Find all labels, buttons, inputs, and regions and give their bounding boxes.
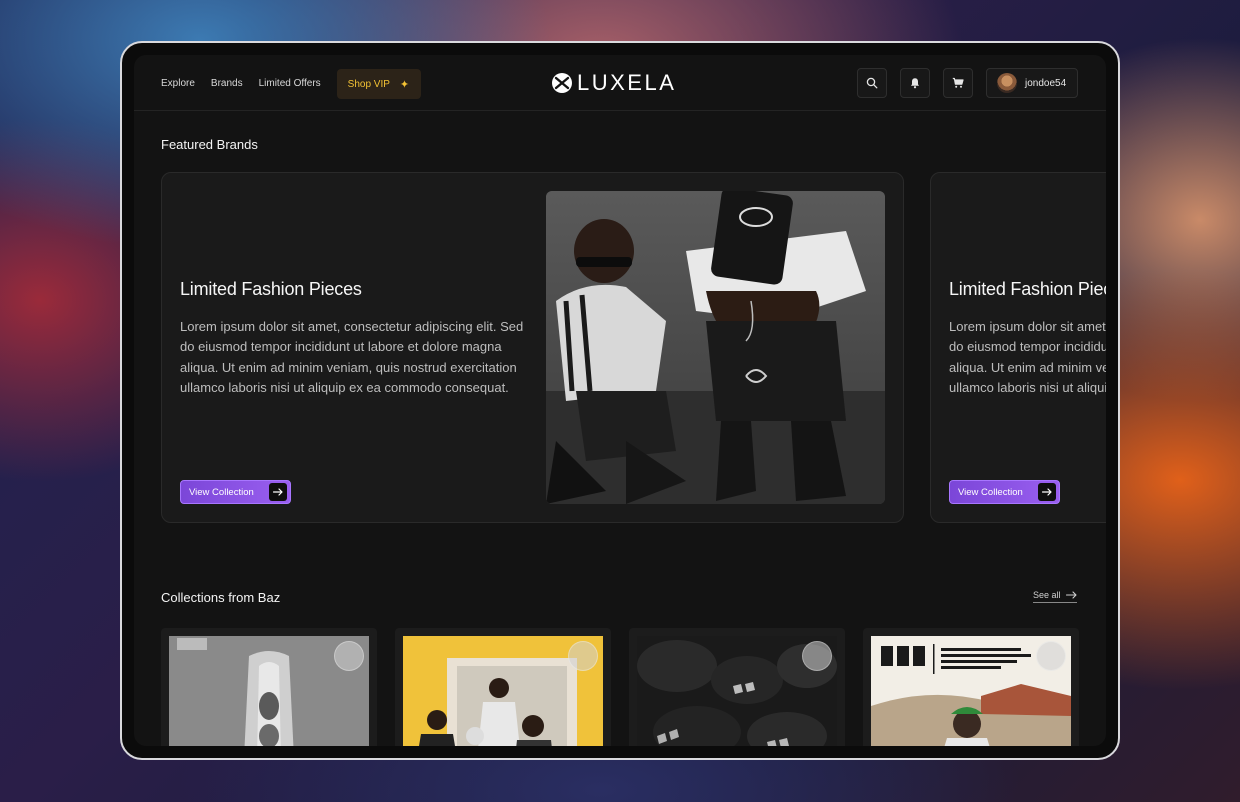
search-button[interactable] — [857, 68, 887, 98]
favorite-button[interactable] — [802, 641, 832, 671]
featured-brands-title: Featured Brands — [161, 137, 258, 152]
shop-vip-label: Shop VIP — [347, 78, 390, 90]
favorite-button[interactable] — [1036, 641, 1066, 671]
bell-icon — [911, 78, 919, 89]
card-title: Limited Fashion Pieces — [180, 279, 362, 299]
collection-card[interactable] — [863, 628, 1079, 746]
cart-icon — [952, 77, 964, 88]
view-collection-label: View Collection — [958, 486, 1023, 498]
featured-card-next: Limited Fashion Pieces Lorem ipsum dolor… — [930, 172, 1106, 523]
notifications-button[interactable] — [900, 68, 930, 98]
see-all-label: See all — [1033, 590, 1061, 600]
nav-explore[interactable]: Explore — [161, 69, 195, 99]
card-description: Lorem ipsum dolor sit amet, consectetur … — [180, 319, 524, 395]
top-bar: Explore Brands Limited Offers Shop VIP ✦… — [134, 55, 1106, 111]
logo-mark-icon — [552, 73, 572, 93]
device-frame: Explore Brands Limited Offers Shop VIP ✦… — [120, 41, 1120, 760]
card-description: Lorem ipsum dolor sit amet, consectetur … — [949, 319, 1106, 395]
arrow-right-icon — [269, 483, 287, 501]
view-collection-label: View Collection — [189, 486, 254, 498]
nav-limited-offers[interactable]: Limited Offers — [259, 69, 321, 99]
user-menu[interactable]: jondoe54 — [986, 68, 1078, 98]
shop-vip-button[interactable]: Shop VIP ✦ — [336, 69, 422, 99]
brand-name: LUXELA — [577, 70, 677, 95]
fashion-models-image — [546, 191, 885, 504]
view-collection-button[interactable]: View Collection — [180, 480, 291, 504]
favorite-button[interactable] — [334, 641, 364, 671]
collections-title: Collections from Baz — [161, 590, 281, 605]
avatar — [997, 73, 1017, 93]
collection-card[interactable] — [395, 628, 611, 746]
arrow-right-icon — [1065, 591, 1077, 599]
brand-logo[interactable]: LUXELA — [551, 70, 676, 96]
view-collection-button[interactable]: View Collection — [949, 480, 1060, 504]
card-title: Limited Fashion Pieces — [949, 279, 1106, 299]
see-all-link[interactable]: See all — [1033, 590, 1077, 603]
search-icon — [866, 77, 878, 89]
collection-card[interactable] — [629, 628, 845, 746]
nav-brands[interactable]: Brands — [211, 69, 243, 99]
favorite-button[interactable] — [568, 641, 598, 671]
cart-button[interactable] — [943, 68, 973, 98]
featured-photo — [546, 191, 885, 504]
sparkle-icon: ✦ — [399, 78, 410, 91]
app-screen: Explore Brands Limited Offers Shop VIP ✦… — [134, 55, 1106, 746]
main-nav: Explore Brands Limited Offers Shop VIP ✦ — [161, 69, 422, 99]
arrow-right-icon — [1038, 483, 1056, 501]
featured-card: Limited Fashion Pieces Lorem ipsum dolor… — [161, 172, 904, 523]
username: jondoe54 — [1025, 77, 1067, 89]
collection-card[interactable] — [161, 628, 377, 746]
